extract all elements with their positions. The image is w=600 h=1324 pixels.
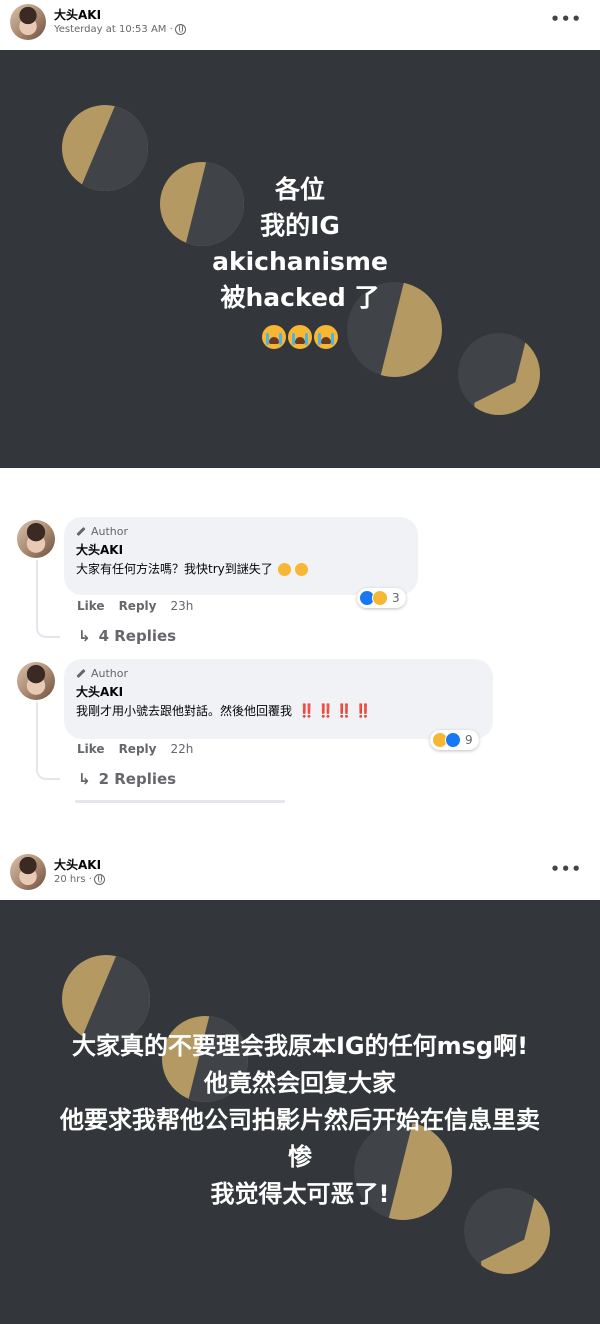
post-timestamp[interactable]: Yesterday at 10:53 AM · [54, 24, 173, 35]
comment-text: 大家有任何方法嗎？我快try到謎失了 [76, 562, 273, 576]
reaction-summary[interactable]: 3 [357, 588, 406, 608]
post-header: 大头AKI Yesterday at 10:53 AM · ••• [0, 0, 600, 50]
image-line: 各位 [274, 175, 325, 204]
pencil-icon [76, 668, 86, 679]
post-author-name[interactable]: 大头AKI [54, 856, 101, 873]
image-line: akichanisme [212, 247, 388, 276]
avatar[interactable] [10, 4, 46, 40]
more-options-button[interactable]: ••• [550, 10, 582, 28]
comment-text: 我剛才用小號去跟他對話。然後他回覆我 [76, 704, 293, 718]
post-header: 大头AKI 20 hrs · ••• [0, 850, 600, 900]
post-timestamp-row: Yesterday at 10:53 AM · [54, 24, 186, 35]
crying-face-icon [277, 563, 291, 576]
comment-timestamp[interactable]: 22h [170, 742, 193, 756]
avatar[interactable] [17, 662, 55, 700]
divider [75, 800, 285, 803]
author-badge-label: Author [91, 667, 129, 680]
reply-button[interactable]: Reply [119, 599, 157, 613]
comment-text-row: 我剛才用小號去跟他對話。然後他回覆我 ‼️ ‼️ ‼️ ‼️ [76, 702, 481, 719]
comment-actions: Like Reply 22h [77, 742, 193, 756]
image-line: 惨 [288, 1143, 312, 1171]
author-badge: Author [76, 667, 481, 680]
comment-bubble: Author 大头AKI 我剛才用小號去跟他對話。然後他回覆我 ‼️ ‼️ ‼️… [64, 659, 493, 739]
reply-arrow-icon: ↳ [78, 770, 91, 788]
reaction-summary[interactable]: 9 [430, 730, 479, 750]
crying-face-icon [288, 325, 312, 349]
post-timestamp[interactable]: 20 hrs · [54, 874, 92, 885]
avatar[interactable] [10, 854, 46, 890]
reply-button[interactable]: Reply [119, 742, 157, 756]
comment-timestamp[interactable]: 23h [170, 599, 193, 613]
image-line: 他竟然会回复大家 [204, 1069, 396, 1097]
replies-label: 2 Replies [98, 770, 177, 788]
pencil-icon [76, 526, 86, 537]
crying-face-icon [295, 563, 309, 576]
thread-line [36, 702, 60, 780]
like-button[interactable]: Like [77, 599, 105, 613]
image-line: 我觉得太可恶了! [210, 1180, 390, 1208]
comment-bubble: Author 大头AKI 大家有任何方法嗎？我快try到謎失了 [64, 517, 418, 595]
post-image[interactable]: 各位 我的IG akichanisme 被hacked 了 [0, 50, 600, 468]
image-line: 我的IG [260, 211, 340, 240]
view-replies-button[interactable]: ↳ 2 Replies [78, 770, 176, 788]
thread-line [36, 560, 60, 638]
view-replies-button[interactable]: ↳ 4 Replies [78, 627, 176, 645]
image-line: 大家真的不要理会我原本IG的任何msg啊! [71, 1032, 529, 1060]
crying-emoji-row [0, 318, 600, 354]
post-author-name[interactable]: 大头AKI [54, 6, 101, 23]
post-timestamp-row: 20 hrs · [54, 874, 105, 885]
crying-face-icon [262, 325, 286, 349]
author-badge: Author [76, 525, 406, 538]
care-reaction-icon [372, 590, 388, 606]
like-reaction-icon [445, 732, 461, 748]
globe-icon [174, 24, 186, 35]
double-exclamation-icons: ‼️ ‼️ ‼️ ‼️ [298, 704, 371, 719]
post-image[interactable]: 大家真的不要理会我原本IG的任何msg啊! 他竟然会回复大家 他要求我帮他公司拍… [0, 900, 600, 1324]
globe-icon [93, 874, 105, 885]
image-caption: 大家真的不要理会我原本IG的任何msg啊! 他竟然会回复大家 他要求我帮他公司拍… [0, 1028, 600, 1213]
image-line: 他要求我帮他公司拍影片然后开始在信息里卖 [60, 1106, 540, 1134]
reaction-count: 9 [465, 733, 473, 747]
comment-text-row: 大家有任何方法嗎？我快try到謎失了 [76, 560, 406, 577]
reply-arrow-icon: ↳ [78, 627, 91, 645]
author-badge-label: Author [91, 525, 129, 538]
comment-author-name[interactable]: 大头AKI [76, 541, 406, 558]
reaction-count: 3 [392, 591, 400, 605]
like-button[interactable]: Like [77, 742, 105, 756]
comment-actions: Like Reply 23h [77, 599, 193, 613]
crying-face-icon [314, 325, 338, 349]
more-options-button[interactable]: ••• [550, 860, 582, 878]
comment-author-name[interactable]: 大头AKI [76, 683, 481, 700]
image-caption: 各位 我的IG akichanisme 被hacked 了 [0, 172, 600, 354]
replies-label: 4 Replies [98, 627, 177, 645]
avatar[interactable] [17, 520, 55, 558]
image-line: 被hacked 了 [220, 283, 380, 312]
